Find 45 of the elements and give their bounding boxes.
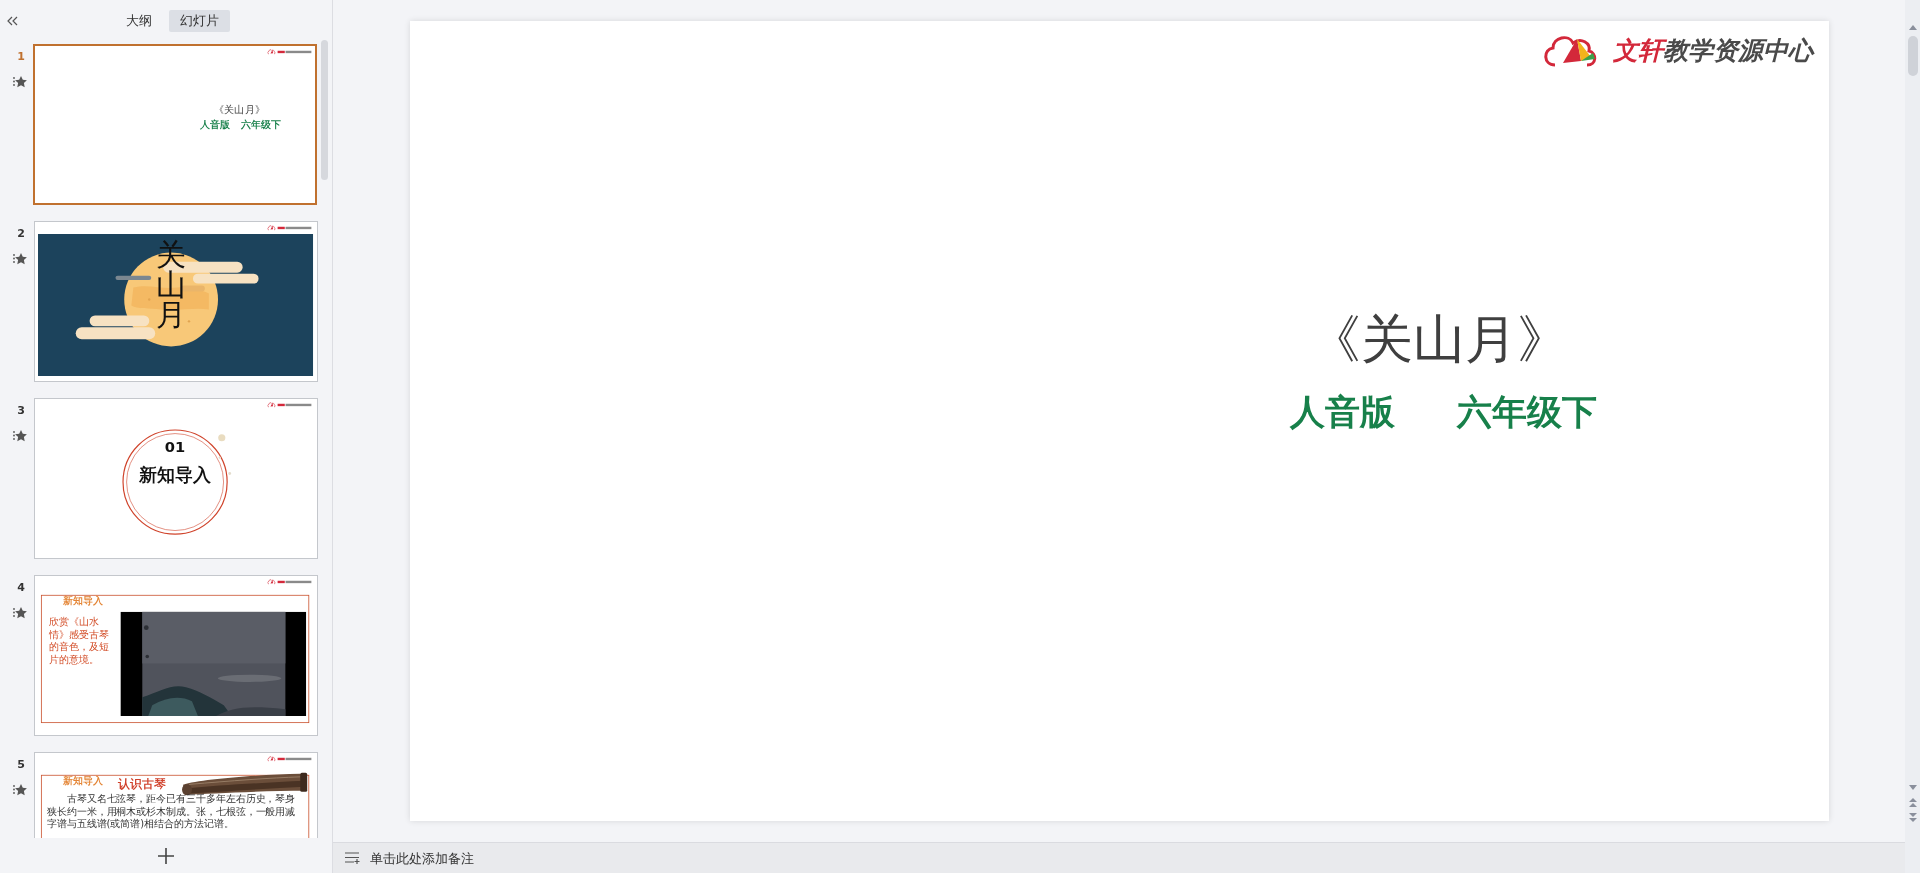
section-tag: 新知导入 bbox=[62, 594, 103, 608]
slide-thumbnail[interactable]: 01 新知导入 bbox=[34, 398, 318, 559]
slide-subtitle: 六年级下 bbox=[240, 117, 281, 132]
slide-thumbnail[interactable]: 新知导入 认识古琴 古琴又名七弦琴，距今已有三千多年左右历史，琴身狭长约一米，用桐木或杉木制成。张，七根弦，一般用减字谱与五线谱(或简谱)相结合的方法记谱。 bbox=[34, 752, 318, 838]
slide-thumbnail[interactable]: 新知导入 欣赏《山水情》感受古琴的音色，及短片的意境。 bbox=[34, 575, 318, 736]
previous-slide-icon[interactable] bbox=[1908, 797, 1917, 807]
notes-field[interactable]: 单击此处添加备注 bbox=[370, 850, 670, 866]
animation-star-icon bbox=[13, 75, 27, 88]
logo-drawing bbox=[267, 401, 312, 408]
logo-drawing bbox=[267, 48, 312, 55]
dust-drawing bbox=[217, 433, 234, 477]
slide-title: 认识古琴 bbox=[118, 776, 167, 793]
add-slide-icon[interactable] bbox=[158, 847, 174, 864]
section-tag: 新知导入 bbox=[62, 774, 103, 788]
slide-thumbnail[interactable]: 《关山月》 人音版 六年级下 bbox=[33, 44, 317, 205]
animation-star-icon bbox=[13, 606, 27, 619]
slide-subtitle: 人音版 bbox=[199, 117, 230, 132]
scroll-up-icon[interactable] bbox=[1908, 24, 1917, 30]
logo-drawing bbox=[267, 755, 312, 762]
slide-number: 3 bbox=[16, 404, 26, 417]
view-tab[interactable]: 大纲 bbox=[115, 9, 163, 32]
section-number: 01 bbox=[163, 438, 187, 456]
slide-paragraph: 古琴又名七弦琴，距今已有三千多年左右历史，琴身狭长约一米，用桐木或杉木制成。张，七根弦，一般用减字谱与五线谱(或简谱)相结合的方法记谱。 bbox=[46, 792, 297, 830]
slide-text: 欣赏《山水情》感受古琴的音色，及短片的意境。 bbox=[49, 615, 109, 666]
slide-number: 1 bbox=[16, 50, 26, 63]
slide-number: 4 bbox=[16, 581, 26, 594]
logo-drawing bbox=[267, 224, 312, 231]
slide-subtitle: 人音版 bbox=[1289, 391, 1395, 434]
animation-star-icon bbox=[13, 252, 27, 265]
next-slide-icon[interactable] bbox=[1908, 813, 1917, 823]
scrollbar-thumb[interactable] bbox=[1907, 36, 1918, 76]
slide-number: 2 bbox=[16, 227, 26, 240]
scroll-down-icon[interactable] bbox=[1908, 785, 1917, 791]
section-title: 新知导入 bbox=[137, 463, 213, 488]
view-tab[interactable]: 幻灯片 bbox=[169, 9, 230, 32]
slide-subtitle: 六年级下 bbox=[1456, 391, 1597, 434]
collapse-icon[interactable] bbox=[7, 16, 18, 26]
animation-star-icon bbox=[13, 783, 27, 796]
slide-title: 《关山月》 bbox=[1307, 308, 1570, 371]
notes-icon bbox=[345, 852, 360, 864]
logo-drawing bbox=[267, 578, 312, 585]
slide-title: 《关山月》 bbox=[212, 102, 267, 117]
slide-number: 5 bbox=[16, 758, 26, 771]
animation-star-icon bbox=[13, 429, 27, 442]
scrollbar-thumb[interactable] bbox=[321, 40, 328, 180]
